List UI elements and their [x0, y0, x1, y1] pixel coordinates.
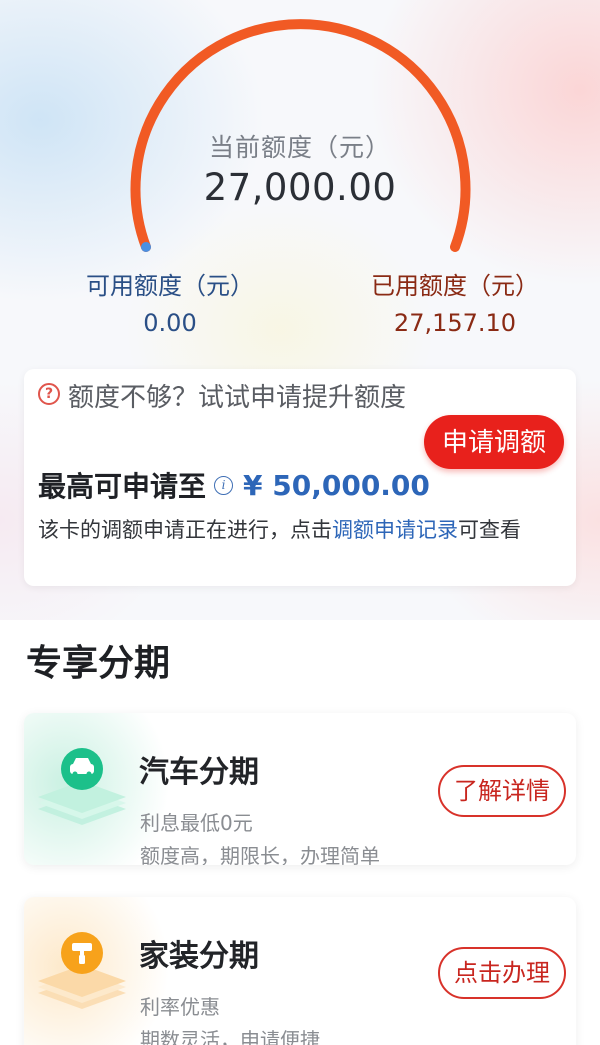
- installment-title: 汽车分期: [139, 755, 259, 790]
- info-icon[interactable]: i: [214, 475, 234, 495]
- available-limit-label: 可用额度（元）: [86, 272, 254, 300]
- installment-benefit: 利率优惠: [140, 995, 220, 1019]
- increase-prompt: 额度不够？试试申请提升额度: [68, 383, 407, 413]
- paint-roller-icon: [38, 932, 126, 1009]
- credit-increase-panel: ? 额度不够？试试申请提升额度 申请调额 最高可申请至 i ¥ 50,000.0…: [24, 369, 576, 586]
- apply-now-button[interactable]: 点击办理: [438, 947, 566, 999]
- available-limit-value: 0.00: [143, 309, 197, 337]
- question-icon: ?: [38, 383, 60, 405]
- section-title: 专享分期: [26, 643, 171, 684]
- installment-description: 额度高，期限长，办理简单: [140, 844, 380, 865]
- used-limit-label: 已用额度（元）: [371, 272, 539, 300]
- apply-increase-button[interactable]: 申请调额: [424, 415, 564, 469]
- application-record-link[interactable]: 调额申请记录: [332, 518, 458, 542]
- installment-title: 家装分期: [139, 939, 259, 974]
- limit-gauge: 当前额度（元） 27,000.00 可用额度（元） 0.00 已用额度（元） 2…: [0, 0, 600, 360]
- credit-limit-page: 当前额度（元） 27,000.00 可用额度（元） 0.00 已用额度（元） 2…: [0, 0, 600, 1045]
- car-installment-card[interactable]: 汽车分期 利息最低0元 额度高，期限长，办理简单 了解详情: [24, 713, 576, 865]
- installment-benefit: 利息最低0元: [140, 811, 253, 835]
- max-amount-row: 最高可申请至 i ¥ 50,000.00: [38, 467, 430, 504]
- used-limit-value: 27,157.10: [393, 309, 517, 337]
- available-limit: 可用额度（元） 0.00: [60, 266, 280, 337]
- learn-more-button[interactable]: 了解详情: [438, 765, 566, 817]
- home-installment-card[interactable]: 家装分期 利率优惠 期数灵活，申请便捷 点击办理: [24, 897, 576, 1045]
- status-suffix: 可查看: [458, 518, 521, 542]
- used-limit: 已用额度（元） 27,157.10: [330, 266, 580, 337]
- current-limit-label: 当前额度（元）: [208, 133, 391, 162]
- application-status-text: 该卡的调额申请正在进行，点击调额申请记录可查看: [38, 515, 568, 545]
- current-limit-value: 27,000.00: [203, 166, 397, 209]
- max-amount-label: 最高可申请至: [38, 470, 207, 503]
- max-amount-value: ¥ 50,000.00: [243, 468, 430, 502]
- car-icon: [38, 748, 126, 825]
- status-prefix: 该卡的调额申请正在进行，点击: [38, 518, 332, 542]
- installment-description: 期数灵活，申请便捷: [140, 1028, 320, 1045]
- gauge-start-dot: [141, 242, 151, 252]
